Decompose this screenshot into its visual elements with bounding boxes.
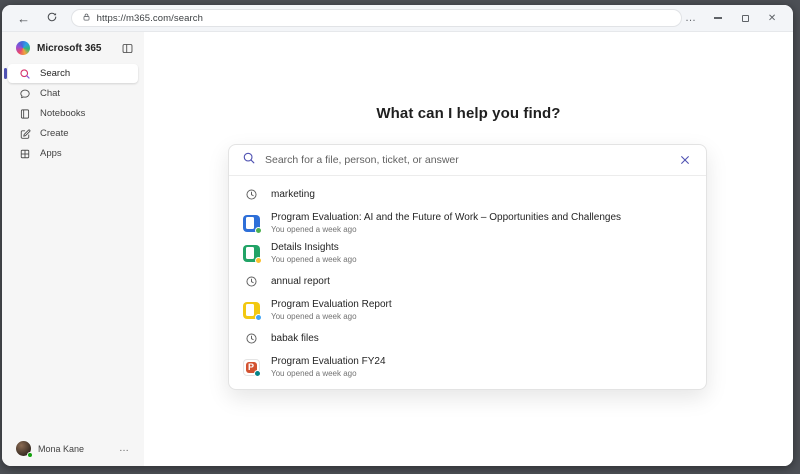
app-title: Microsoft 365 bbox=[37, 42, 102, 54]
query-text: annual report bbox=[271, 276, 330, 287]
ellipsis-icon: … bbox=[685, 12, 698, 24]
create-pen-icon bbox=[18, 128, 32, 140]
refresh-button[interactable] bbox=[42, 8, 61, 28]
powerpoint-file-icon: P bbox=[242, 358, 261, 377]
file-badge-icon bbox=[254, 226, 262, 234]
minimize-icon bbox=[714, 17, 723, 19]
file-title: Details Insights bbox=[271, 242, 339, 254]
sidebar-item-label: Create bbox=[40, 128, 69, 139]
sidebar-item-label: Search bbox=[40, 68, 71, 79]
suggestion-list: marketing Program Evaluation: AI and the… bbox=[229, 176, 706, 389]
browser-menu-button[interactable]: … bbox=[682, 10, 700, 26]
sidebar-item-label: Apps bbox=[40, 148, 62, 159]
search-input[interactable] bbox=[265, 154, 668, 166]
user-name: Mona Kane bbox=[38, 443, 85, 454]
sidebar-item-notebooks[interactable]: Notebooks bbox=[8, 104, 138, 123]
user-more-button[interactable]: … bbox=[119, 443, 130, 454]
avatar bbox=[16, 441, 33, 458]
sidebar-item-apps[interactable]: Apps bbox=[8, 144, 138, 163]
sidebar-item-label: Notebooks bbox=[40, 108, 86, 119]
word-file-icon bbox=[242, 214, 262, 234]
search-panel: marketing Program Evaluation: AI and the… bbox=[228, 144, 707, 390]
browser-window: ← https://m365.com/search … ✕ Microsoft … bbox=[2, 5, 793, 466]
sidebar-item-label: Chat bbox=[40, 88, 61, 99]
sidebar-item-create[interactable]: Create bbox=[8, 124, 138, 143]
excel-file-icon bbox=[242, 244, 262, 264]
history-clock-icon bbox=[242, 188, 260, 201]
file-suggestion-item[interactable]: Program Evaluation: AI and the Future of… bbox=[229, 208, 706, 238]
chat-icon bbox=[18, 88, 32, 100]
close-window-button[interactable]: ✕ bbox=[763, 10, 781, 26]
back-arrow-icon: ← bbox=[17, 10, 31, 26]
file-title: Program Evaluation Report bbox=[271, 299, 392, 311]
address-bar[interactable]: https://m365.com/search bbox=[70, 9, 683, 27]
lock-icon bbox=[82, 9, 91, 27]
file-title: Program Evaluation: AI and the Future of… bbox=[271, 212, 622, 224]
apps-grid-icon bbox=[18, 148, 32, 160]
main-content: What can I help you find? Search for a f… bbox=[144, 32, 793, 466]
search-icon bbox=[242, 151, 256, 170]
recent-query-item[interactable]: annual report bbox=[229, 268, 706, 295]
user-account-row[interactable]: Mona Kane … bbox=[8, 436, 138, 462]
browser-chrome: ← https://m365.com/search … ✕ bbox=[2, 5, 793, 32]
close-x-icon bbox=[681, 156, 689, 164]
file-meta: You opened a week ago bbox=[271, 254, 357, 264]
back-button[interactable]: ← bbox=[14, 8, 33, 28]
query-text: babak files bbox=[271, 333, 319, 344]
file-suggestion-item[interactable]: Details Insights You opened a week ago bbox=[229, 238, 706, 268]
maximize-icon bbox=[741, 14, 749, 22]
history-clock-icon bbox=[242, 275, 260, 288]
file-badge-icon bbox=[253, 369, 261, 377]
file-meta: You opened a week ago bbox=[271, 311, 357, 321]
side-panel-icon bbox=[122, 43, 133, 53]
query-text: marketing bbox=[271, 189, 315, 200]
search-app-icon bbox=[18, 68, 32, 80]
refresh-icon bbox=[46, 11, 58, 26]
sidebar-item-chat[interactable]: Chat bbox=[8, 84, 138, 103]
file-suggestion-item[interactable]: P Program Evaluation FY24 You opened a w… bbox=[229, 352, 706, 382]
report-file-icon bbox=[242, 301, 262, 321]
page-title: What can I help you find? bbox=[376, 105, 561, 122]
recent-query-item[interactable]: marketing bbox=[229, 181, 706, 208]
maximize-button[interactable] bbox=[736, 10, 754, 26]
recent-query-item[interactable]: babak files bbox=[229, 325, 706, 352]
file-meta: You opened a week ago bbox=[271, 368, 357, 378]
file-meta: You opened a week ago bbox=[271, 224, 357, 234]
presence-available-dot bbox=[26, 451, 33, 458]
sidebar-item-search[interactable]: Search bbox=[4, 64, 138, 83]
history-clock-icon bbox=[242, 332, 260, 345]
minimize-button[interactable] bbox=[709, 10, 727, 26]
close-search-button[interactable] bbox=[677, 152, 693, 168]
file-badge-icon bbox=[254, 313, 262, 321]
close-icon: ✕ bbox=[767, 12, 777, 24]
file-suggestion-item[interactable]: Program Evaluation Report You opened a w… bbox=[229, 295, 706, 325]
sidebar: Microsoft 365 Search Chat Notebooks Crea… bbox=[2, 32, 144, 466]
file-badge-icon bbox=[254, 256, 262, 264]
collapse-sidebar-button[interactable] bbox=[121, 42, 134, 55]
microsoft-365-logo bbox=[16, 41, 30, 55]
url-text: https://m365.com/search bbox=[96, 12, 203, 24]
file-title: Program Evaluation FY24 bbox=[271, 356, 386, 368]
notebook-icon bbox=[18, 108, 32, 120]
